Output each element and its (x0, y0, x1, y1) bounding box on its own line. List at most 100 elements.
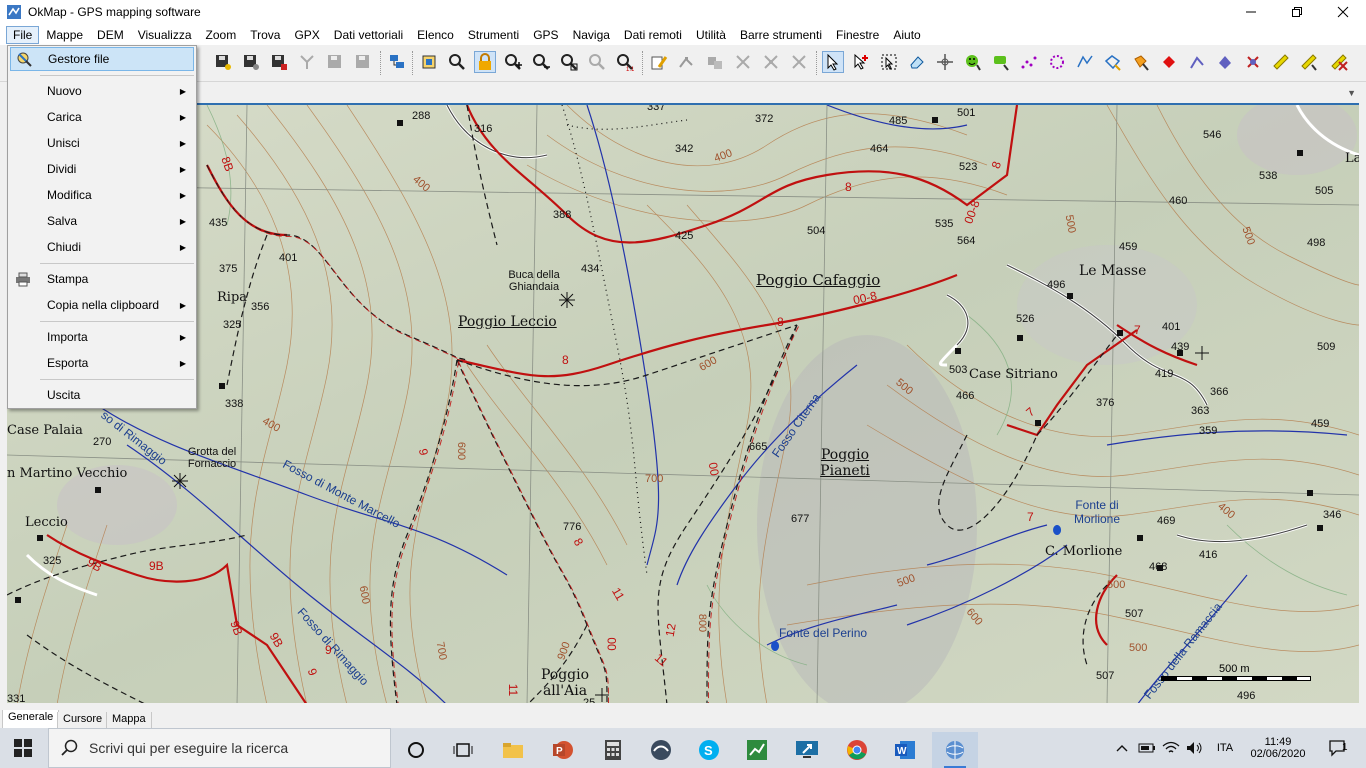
battery-status[interactable] (1136, 728, 1158, 768)
add-waypoint-tool-button[interactable] (850, 51, 872, 73)
start-button[interactable] (0, 728, 46, 768)
menu-barre-strumenti[interactable]: Barre strumenti (733, 26, 829, 44)
save-dem-button[interactable] (268, 51, 290, 73)
save-all-button[interactable] (324, 51, 346, 73)
menu-visualizza[interactable]: Visualizza (131, 26, 199, 44)
menu-item-nuovo[interactable]: Nuovo ▶ (10, 79, 194, 103)
draw-track2-tool-button[interactable] (1102, 51, 1124, 73)
zoom-out-button[interactable] (530, 51, 552, 73)
menu-item-stampa[interactable]: Stampa (10, 267, 194, 291)
menu-dati-vettoriali[interactable]: Dati vettoriali (327, 26, 410, 44)
zoom-1-1-button[interactable]: 1:1 (614, 51, 636, 73)
taskbar-okmap[interactable] (932, 732, 978, 768)
network-button[interactable] (386, 51, 408, 73)
menu-item-gestore-file[interactable]: Gestore file (10, 47, 194, 71)
measure-area-button[interactable] (1298, 51, 1320, 73)
volume-control[interactable] (1184, 728, 1206, 768)
menu-aiuto[interactable]: Aiuto (886, 26, 927, 44)
menu-item-copia-clipboard[interactable]: Copia nella clipboard ▶ (10, 293, 194, 317)
save-map-button[interactable] (212, 51, 234, 73)
clock[interactable]: 11:49 02/06/2020 (1242, 728, 1314, 768)
taskbar-charts-app[interactable] (734, 732, 780, 768)
close-button[interactable] (1320, 0, 1366, 24)
eraser-tool-button[interactable] (906, 51, 928, 73)
input-language[interactable]: ITA (1210, 728, 1240, 768)
menu-dem[interactable]: DEM (90, 26, 131, 44)
taskbar-app-generic[interactable] (638, 732, 684, 768)
vertex-tool-button[interactable] (1186, 51, 1208, 73)
menu-dati-remoti[interactable]: Dati remoti (617, 26, 689, 44)
menu-elenco[interactable]: Elenco (410, 26, 461, 44)
wifi-status[interactable] (1160, 728, 1182, 768)
menu-gps[interactable]: GPS (526, 26, 565, 44)
draw-track-tool-button[interactable] (1074, 51, 1096, 73)
vertex-edit-button[interactable] (1214, 51, 1236, 73)
comment-tool-button[interactable] (990, 51, 1012, 73)
edit-track-button[interactable] (704, 51, 726, 73)
menu-item-salva[interactable]: Salva ▶ (10, 209, 194, 233)
show-hidden-icons[interactable] (1112, 728, 1132, 768)
measure-tool-button[interactable] (1270, 51, 1292, 73)
save-copy-button[interactable] (352, 51, 374, 73)
map-properties-button[interactable] (418, 51, 440, 73)
maximize-button[interactable] (1274, 0, 1320, 24)
menu-item-carica[interactable]: Carica ▶ (10, 105, 194, 129)
menu-gpx[interactable]: GPX (287, 26, 326, 44)
zoom-in-button[interactable] (502, 51, 524, 73)
menu-mappe[interactable]: Mappe (39, 26, 90, 44)
select-points-button[interactable] (788, 51, 810, 73)
taskbar-file-explorer[interactable] (490, 732, 536, 768)
edit-route-button[interactable] (676, 51, 698, 73)
select-area-tool-button[interactable] (878, 51, 900, 73)
new-waypoint-button[interactable] (648, 51, 670, 73)
action-center-button[interactable]: 1 (1318, 728, 1358, 768)
menu-item-unisci[interactable]: Unisci ▶ (10, 131, 194, 155)
menu-item-chiudi[interactable]: Chiudi ▶ (10, 235, 194, 259)
polygon-tool-button[interactable] (1130, 51, 1152, 73)
taskbar-powerpoint[interactable]: P (540, 732, 586, 768)
chevron-down-icon[interactable]: ▼ (1347, 88, 1356, 98)
move-tool-button[interactable] (934, 51, 956, 73)
menu-item-uscita[interactable]: Uscita (10, 383, 194, 407)
lock-button[interactable] (474, 51, 496, 73)
menu-trova[interactable]: Trova (243, 26, 287, 44)
save-gpx-button[interactable] (240, 51, 262, 73)
menu-file[interactable]: File (6, 25, 40, 44)
measure-delete-button[interactable] (1328, 51, 1350, 73)
taskbar-chrome[interactable] (834, 732, 880, 768)
zoom-scale-button[interactable] (586, 51, 608, 73)
taskbar-remote-desktop[interactable] (784, 732, 830, 768)
route-points-tool-button[interactable] (1018, 51, 1040, 73)
tab-cursore[interactable]: Cursore (57, 712, 109, 729)
tab-mappa[interactable]: Mappa (106, 712, 152, 729)
diamond-marker-button[interactable] (1158, 51, 1180, 73)
map-view[interactable]: Poggio Leccio Poggio Cafaggio Poggio Pia… (7, 103, 1359, 703)
minimize-button[interactable] (1228, 0, 1274, 24)
tab-generale[interactable]: Generale (2, 710, 60, 729)
toolbar-separator (642, 51, 643, 75)
taskbar-word[interactable]: W (882, 732, 928, 768)
merge-button[interactable] (296, 51, 318, 73)
taskbar-calculator[interactable] (590, 732, 636, 768)
search-button[interactable] (446, 51, 468, 73)
route-loop-tool-button[interactable] (1046, 51, 1068, 73)
cortana-button[interactable] (393, 732, 439, 768)
menu-zoom[interactable]: Zoom (199, 26, 244, 44)
pointer-tool-button[interactable] (822, 51, 844, 73)
edit-points-button[interactable] (732, 51, 754, 73)
menu-item-modifica[interactable]: Modifica ▶ (10, 183, 194, 207)
task-view-button[interactable] (440, 732, 486, 768)
menu-item-dividi[interactable]: Dividi ▶ (10, 157, 194, 181)
zoom-window-button[interactable] (558, 51, 580, 73)
menu-utilita[interactable]: Utilità (689, 26, 733, 44)
menu-item-esporta[interactable]: Esporta ▶ (10, 351, 194, 375)
menu-finestre[interactable]: Finestre (829, 26, 886, 44)
taskbar-search-box[interactable]: Scrivi qui per eseguire la ricerca (48, 728, 391, 768)
taskbar-skype[interactable]: S (686, 732, 732, 768)
menu-item-importa[interactable]: Importa ▶ (10, 325, 194, 349)
vertex-delete-button[interactable] (1242, 51, 1264, 73)
menu-strumenti[interactable]: Strumenti (461, 26, 526, 44)
delete-points-button[interactable] (760, 51, 782, 73)
smiley-tool-button[interactable] (962, 51, 984, 73)
menu-naviga[interactable]: Naviga (566, 26, 617, 44)
